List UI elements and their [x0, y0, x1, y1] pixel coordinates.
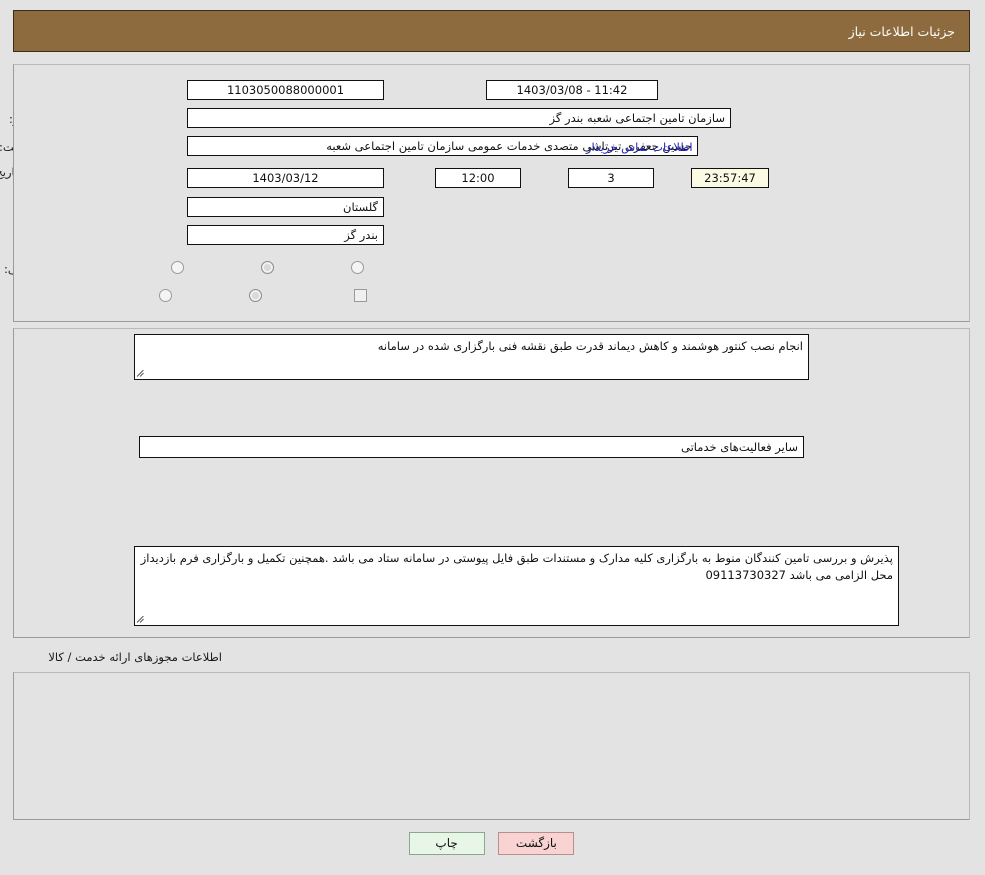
resize-grip-icon[interactable]: [138, 615, 147, 624]
back-button[interactable]: بازگشت: [499, 832, 576, 855]
print-button[interactable]: چاپ: [409, 832, 486, 855]
deadline-time-value: 12:00: [436, 168, 522, 188]
buyer-notes-text: پذیرش و بررسی تامین کنندگان منوط به بارگ…: [141, 551, 894, 582]
radio-process-medium[interactable]: [250, 289, 263, 302]
buyer-org-value: سازمان تامین اجتماعی شعبه بندر گز: [188, 108, 732, 128]
page-root: AriaTender.net جزئیات اطلاعات نیاز شماره…: [0, 0, 985, 875]
radio-process-minor[interactable]: [160, 289, 173, 302]
general-description-text: انجام نصب کنتور هوشمند و کاهش دیماند قدر…: [378, 339, 804, 353]
announcement-datetime-value: 1403/03/08 - 11:42: [487, 80, 659, 100]
buyer-contact-link[interactable]: اطلاعات تماس خریدار: [587, 140, 694, 154]
radio-category-goods-service[interactable]: [352, 261, 365, 274]
footer-actions: بازگشت چاپ: [0, 832, 985, 855]
radio-category-service[interactable]: [262, 261, 275, 274]
need-number-value: 1103050088000001: [188, 80, 385, 100]
treasury-docs-checkbox[interactable]: [355, 289, 368, 302]
delivery-province-value: گلستان: [188, 197, 385, 217]
buyer-notes-textarea[interactable]: پذیرش و بررسی تامین کنندگان منوط به بارگ…: [135, 546, 900, 626]
permits-panel: [14, 672, 971, 820]
general-description-textarea[interactable]: انجام نصب کنتور هوشمند و کاهش دیماند قدر…: [135, 334, 810, 380]
countdown-timer: 23:57:47: [692, 168, 770, 188]
service-group-value: سایر فعالیت‌های خدماتی: [140, 436, 805, 458]
permits-section-caption: اطلاعات مجوزهای ارائه خدمت / کالا: [49, 650, 223, 664]
remaining-days-value: 3: [569, 168, 655, 188]
page-title: جزئیات اطلاعات نیاز: [849, 23, 956, 39]
deadline-date-value: 1403/03/12: [188, 168, 385, 188]
resize-grip-icon[interactable]: [138, 369, 147, 378]
page-title-bar: جزئیات اطلاعات نیاز: [14, 10, 971, 52]
need-summary-panel: [14, 64, 971, 322]
radio-category-goods[interactable]: [172, 261, 185, 274]
delivery-city-value: بندر گز: [188, 225, 385, 245]
